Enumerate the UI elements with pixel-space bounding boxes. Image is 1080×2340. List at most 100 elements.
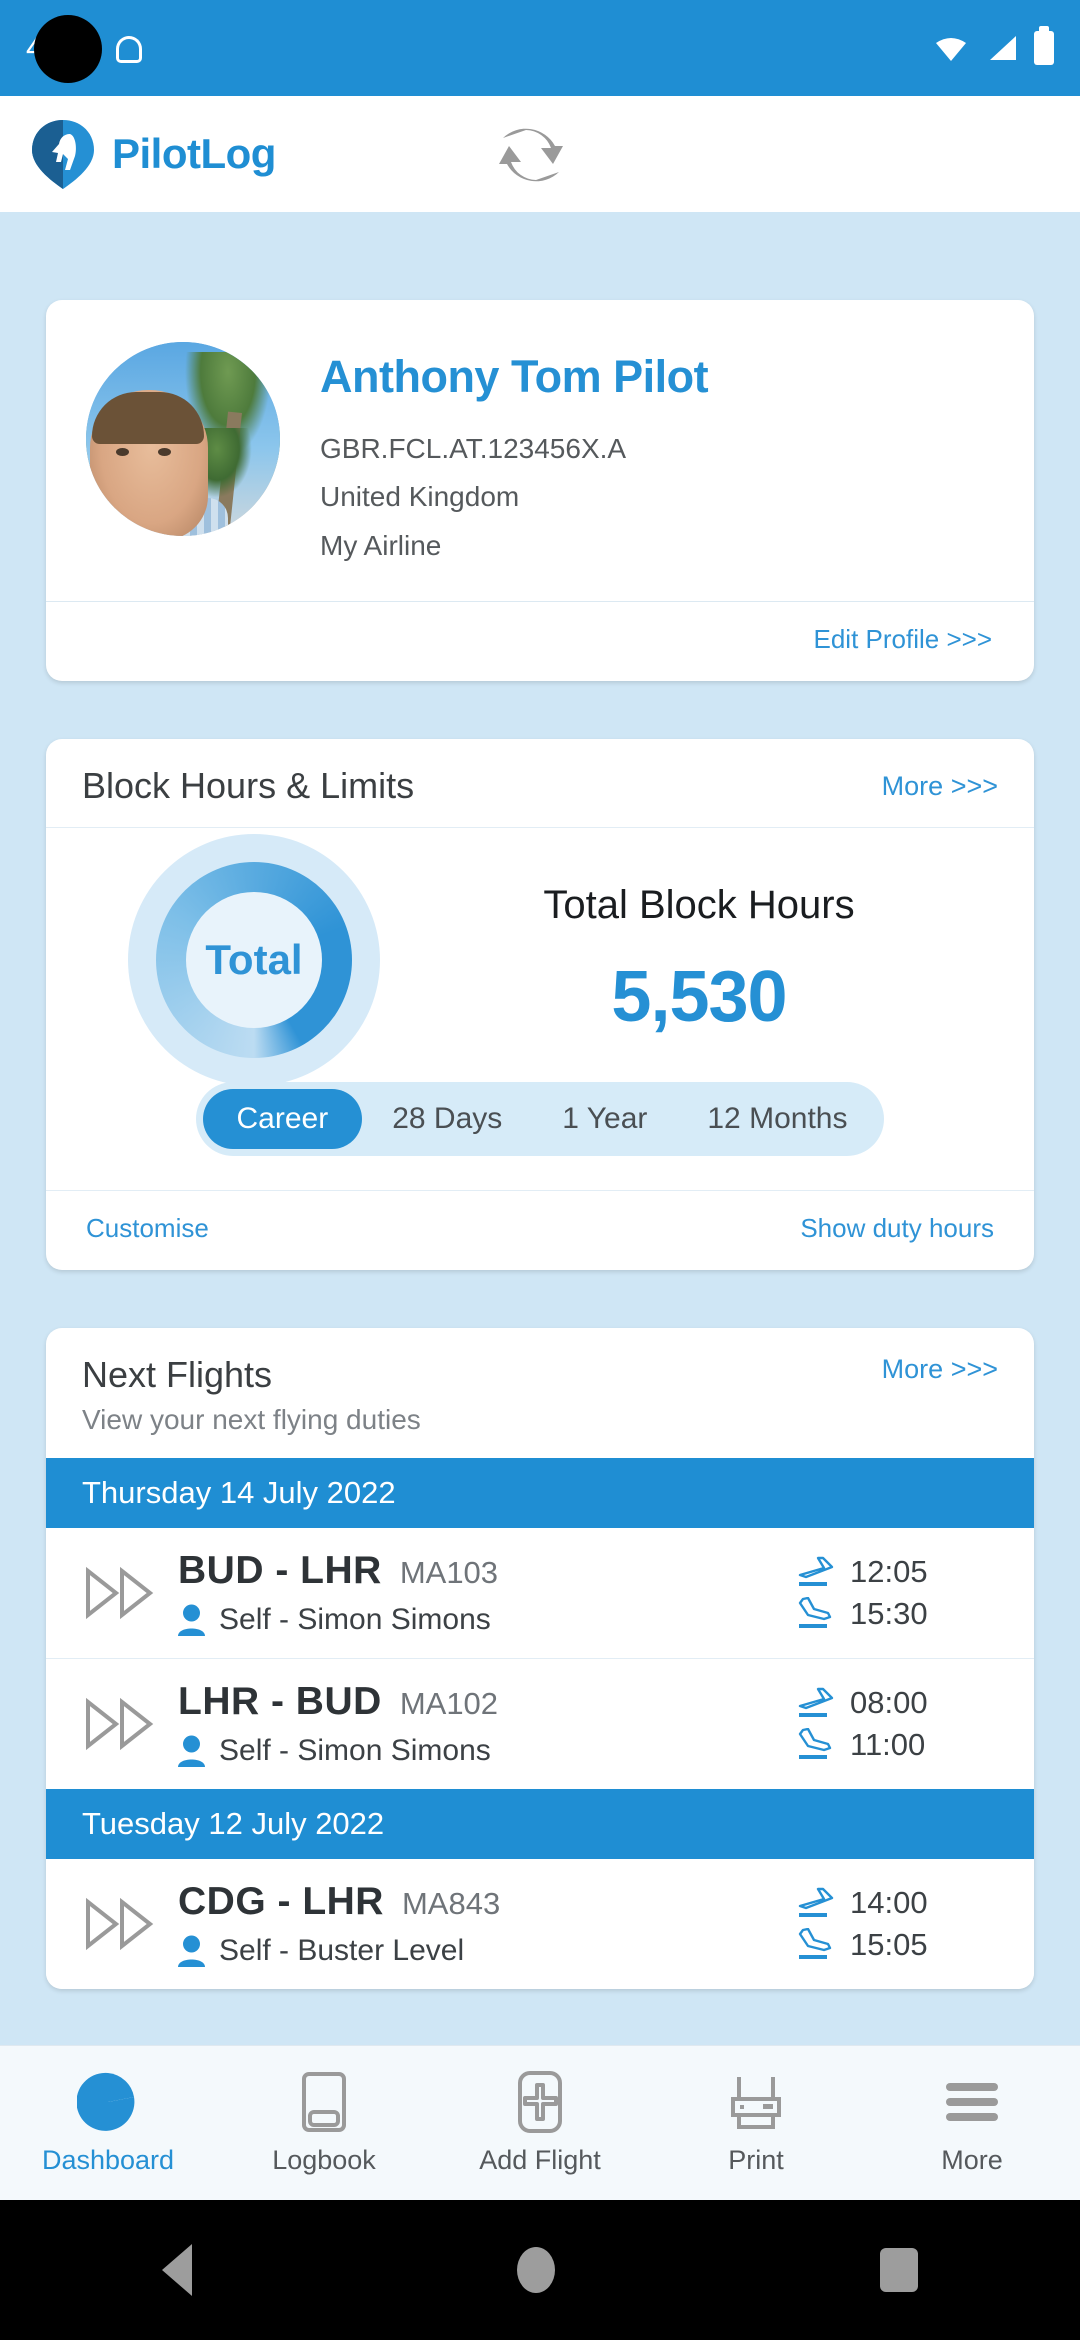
tab-logbook[interactable]: Logbook bbox=[216, 2071, 432, 2176]
camera-punch-hole bbox=[34, 15, 102, 83]
flight-route: LHR - BUD bbox=[178, 1680, 382, 1724]
android-nav-bar bbox=[0, 2200, 1080, 2340]
departure-time: 14:00 bbox=[850, 1885, 928, 1921]
tab-12-months[interactable]: 12 Months bbox=[677, 1089, 877, 1149]
arrival-time-row: 15:30 bbox=[794, 1596, 1004, 1632]
flight-crew: Self - Buster Level bbox=[219, 1934, 465, 1968]
takeoff-icon bbox=[798, 1687, 834, 1718]
block-hours-summary: Total Total Block Hours 5,530 bbox=[46, 828, 1034, 1087]
donut-center-label: Total bbox=[205, 936, 303, 984]
android-icon bbox=[114, 32, 144, 64]
flight-details: BUD - LHR MA103 Self - Simon Simons bbox=[178, 1549, 794, 1637]
block-hours-header: Block Hours & Limits More >>> bbox=[46, 739, 1034, 827]
tab-28-days[interactable]: 28 Days bbox=[362, 1089, 532, 1149]
total-block-hours-label: Total Block Hours bbox=[543, 882, 855, 927]
status-bar-right bbox=[934, 26, 1054, 65]
flight-crew: Self - Simon Simons bbox=[219, 1603, 491, 1637]
status-bar: 4 bbox=[0, 0, 1080, 96]
signal-icon bbox=[990, 36, 1016, 60]
departure-time-row: 12:05 bbox=[794, 1554, 1004, 1590]
profile-airline: My Airline bbox=[320, 529, 442, 561]
next-flights-card: Next Flights More >>> View your next fly… bbox=[46, 1328, 1034, 1990]
period-tabs-wrap: Career 28 Days 1 Year 12 Months bbox=[46, 1068, 1034, 1190]
battery-icon bbox=[1034, 26, 1054, 65]
arrival-time: 11:00 bbox=[850, 1727, 926, 1763]
arrival-time: 15:30 bbox=[850, 1596, 928, 1632]
tab-1-year[interactable]: 1 Year bbox=[532, 1089, 677, 1149]
flight-crew-line: Self - Simon Simons bbox=[178, 1603, 794, 1637]
flight-row[interactable]: BUD - LHR MA103 Self - Simon Simons 12:0… bbox=[46, 1528, 1034, 1659]
profile-name: Anthony Tom Pilot bbox=[320, 351, 709, 402]
donut-chart: Total bbox=[128, 834, 380, 1087]
tab-more[interactable]: More bbox=[864, 2071, 1080, 2176]
avatar bbox=[86, 342, 280, 536]
scroll-content[interactable]: Anthony Tom Pilot GBR.FCL.AT.123456X.A U… bbox=[0, 212, 1080, 2045]
block-hours-card: Block Hours & Limits More >>> Total Tota… bbox=[46, 739, 1034, 1271]
pie-chart-icon bbox=[77, 2071, 139, 2133]
profile-footer: Edit Profile >>> bbox=[46, 602, 1034, 681]
departure-time-row: 08:00 bbox=[794, 1685, 1004, 1721]
tab-logbook-label: Logbook bbox=[272, 2144, 376, 2175]
flight-times: 12:05 15:30 bbox=[794, 1548, 1004, 1638]
tab-more-label: More bbox=[941, 2144, 1003, 2175]
flight-row[interactable]: LHR - BUD MA102 Self - Simon Simons 08:0… bbox=[46, 1659, 1034, 1790]
recents-button[interactable] bbox=[879, 2248, 918, 2292]
landing-icon bbox=[798, 1928, 832, 1960]
flight-crew-line: Self - Simon Simons bbox=[178, 1734, 794, 1768]
flight-route-line: BUD - LHR MA103 bbox=[178, 1549, 794, 1593]
person-icon bbox=[178, 1604, 205, 1637]
app-bar: PilotLog bbox=[0, 96, 1080, 212]
flight-route-line: LHR - BUD MA102 bbox=[178, 1680, 794, 1724]
back-button[interactable] bbox=[162, 2244, 193, 2296]
period-tabs[interactable]: Career 28 Days 1 Year 12 Months bbox=[195, 1082, 885, 1157]
flight-details: LHR - BUD MA102 Self - Simon Simons bbox=[178, 1680, 794, 1768]
tab-add-flight-label: Add Flight bbox=[479, 2144, 601, 2175]
departure-time-row: 14:00 bbox=[794, 1885, 1004, 1921]
book-icon bbox=[296, 2071, 352, 2133]
block-hours-title: Block Hours & Limits bbox=[82, 765, 415, 807]
donut-chart-wrap: Total bbox=[104, 834, 404, 1087]
add-flight-icon bbox=[512, 2070, 568, 2133]
sync-icon[interactable] bbox=[493, 118, 567, 192]
block-hours-more-link[interactable]: More >>> bbox=[882, 771, 998, 802]
flight-number: MA102 bbox=[399, 1686, 499, 1722]
flight-number: MA103 bbox=[399, 1555, 499, 1591]
bottom-tab-bar: Dashboard Logbook Add Flight Print More bbox=[0, 2045, 1080, 2200]
app-title: PilotLog bbox=[112, 130, 276, 177]
total-block-hours-value: 5,530 bbox=[611, 956, 787, 1037]
flight-route: CDG - LHR bbox=[178, 1880, 384, 1924]
tab-add-flight[interactable]: Add Flight bbox=[432, 2070, 648, 2176]
arrival-time-row: 15:05 bbox=[794, 1927, 1004, 1963]
next-flights-more-link[interactable]: More >>> bbox=[882, 1354, 998, 1385]
home-button[interactable] bbox=[516, 2247, 555, 2293]
next-flights-subtitle: View your next flying duties bbox=[82, 1404, 421, 1436]
tab-print[interactable]: Print bbox=[648, 2071, 864, 2176]
pilotlog-logo-icon bbox=[32, 120, 94, 189]
profile-country: United Kingdom bbox=[320, 481, 520, 513]
wifi-icon bbox=[936, 38, 966, 61]
takeoff-icon bbox=[798, 1887, 834, 1918]
departure-time: 12:05 bbox=[850, 1554, 928, 1590]
tab-dashboard[interactable]: Dashboard bbox=[0, 2071, 216, 2176]
profile-card: Anthony Tom Pilot GBR.FCL.AT.123456X.A U… bbox=[46, 300, 1034, 682]
show-duty-hours-link[interactable]: Show duty hours bbox=[800, 1213, 994, 1244]
profile-main: Anthony Tom Pilot GBR.FCL.AT.123456X.A U… bbox=[46, 300, 1034, 601]
customise-link[interactable]: Customise bbox=[86, 1213, 209, 1244]
profile-info: Anthony Tom Pilot GBR.FCL.AT.123456X.A U… bbox=[320, 342, 709, 567]
flight-number: MA843 bbox=[401, 1886, 501, 1922]
flight-date-header: Tuesday 12 July 2022 bbox=[46, 1789, 1034, 1860]
tab-dashboard-label: Dashboard bbox=[41, 2144, 175, 2175]
flight-times: 14:00 15:05 bbox=[794, 1879, 1004, 1969]
double-chevron-icon bbox=[86, 1698, 154, 1751]
landing-icon bbox=[798, 1597, 832, 1629]
flight-route: BUD - LHR bbox=[178, 1549, 382, 1593]
flight-times: 08:00 11:00 bbox=[794, 1679, 1004, 1769]
takeoff-icon bbox=[798, 1556, 834, 1587]
flight-row[interactable]: CDG - LHR MA843 Self - Buster Level 14:0… bbox=[46, 1859, 1034, 1990]
hamburger-icon bbox=[941, 2071, 1003, 2133]
profile-licence: GBR.FCL.AT.123456X.A bbox=[320, 432, 627, 464]
total-block-hours: Total Block Hours 5,530 bbox=[404, 883, 1034, 1038]
tab-career[interactable]: Career bbox=[202, 1089, 363, 1150]
edit-profile-link[interactable]: Edit Profile >>> bbox=[814, 624, 993, 654]
block-hours-footer: Customise Show duty hours bbox=[46, 1191, 1034, 1270]
